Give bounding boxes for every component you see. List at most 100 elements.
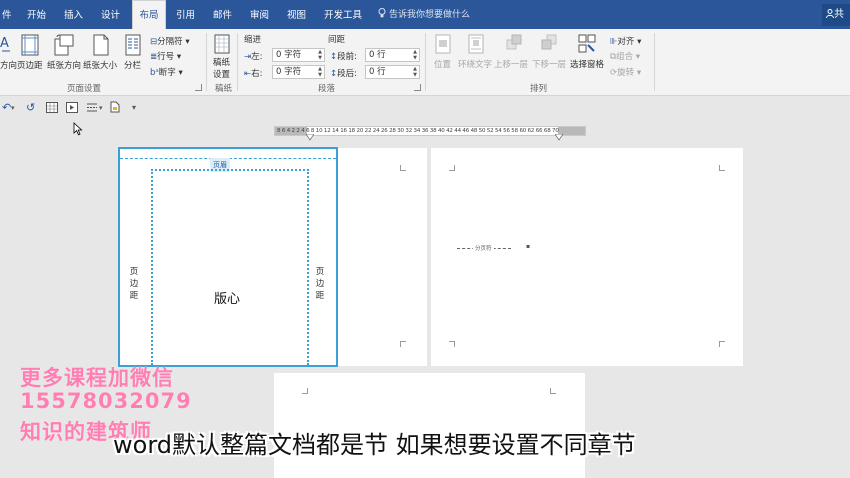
indent-marker-icon[interactable] bbox=[306, 134, 314, 141]
indent-left-input[interactable]: 0 字符 ▲ ▼ bbox=[272, 48, 325, 62]
corner-mark bbox=[719, 341, 725, 347]
tab-home[interactable]: 开始 bbox=[27, 0, 46, 29]
tab-developer[interactable]: 开发工具 bbox=[324, 0, 362, 29]
spacing-before-label: ↕段前: bbox=[330, 50, 357, 62]
screen-icon[interactable] bbox=[66, 102, 78, 113]
text-direction-icon: A bbox=[0, 36, 10, 52]
share-button[interactable]: 共 bbox=[822, 4, 850, 26]
margins-icon bbox=[21, 34, 39, 56]
tab-layout[interactable]: 布局 bbox=[132, 0, 166, 29]
indent-right-value: 0 字符 bbox=[276, 67, 302, 77]
spinner-arrows-icon[interactable]: ▲ ▼ bbox=[413, 49, 417, 61]
tab-design[interactable]: 设计 bbox=[101, 0, 120, 29]
tab-mailings[interactable]: 邮件 bbox=[213, 0, 232, 29]
wrap-text-icon bbox=[468, 34, 484, 54]
position-button[interactable]: 位置 bbox=[434, 58, 451, 70]
person-icon bbox=[826, 9, 834, 19]
draft-group-label: 稿纸 bbox=[215, 84, 233, 94]
redo-icon[interactable]: ↺ bbox=[26, 100, 35, 116]
group-objects-button[interactable]: ⧉组合 ▾ bbox=[610, 50, 640, 62]
group-divider bbox=[206, 33, 207, 91]
hyphenation-button[interactable]: bᵃ断字 ▾ bbox=[150, 66, 183, 78]
page-size-icon bbox=[93, 34, 109, 56]
tab-insert[interactable]: 插入 bbox=[64, 0, 83, 29]
send-backward-button[interactable]: 下移一层 bbox=[532, 58, 566, 70]
tab-view[interactable]: 视图 bbox=[287, 0, 306, 29]
tell-me-box[interactable]: 告诉我你想要做什么 bbox=[378, 0, 470, 29]
undo-dropdown-icon[interactable]: ▾ bbox=[11, 100, 15, 116]
group-divider bbox=[237, 33, 238, 91]
page-setup-launcher[interactable] bbox=[195, 84, 202, 91]
orientation-button[interactable]: 纸张方向 bbox=[47, 59, 81, 71]
indent-left-value: 0 字符 bbox=[276, 50, 302, 60]
hyphenation-icon: bᵃ bbox=[150, 68, 159, 78]
tell-me-text: 告诉我你想要做什么 bbox=[389, 10, 471, 20]
send-backward-icon bbox=[541, 34, 557, 50]
page-1[interactable]: 页眉 页边距 页边距 版心 bbox=[118, 147, 338, 367]
indent-right-input[interactable]: 0 字符 ▲ ▼ bbox=[272, 65, 325, 79]
bring-forward-button[interactable]: 上移一层 bbox=[494, 58, 528, 70]
customize-qat-icon[interactable]: ▾ bbox=[132, 100, 136, 116]
spacing-before-input[interactable]: 0 行 ▲ ▼ bbox=[365, 48, 420, 62]
corner-mark bbox=[449, 165, 455, 171]
right-margin-label: 页边距 bbox=[315, 267, 325, 301]
table-icon[interactable] bbox=[46, 102, 58, 113]
align-button[interactable]: ⊪对齐 ▾ bbox=[610, 35, 641, 47]
spacing-before-value: 0 行 bbox=[369, 50, 386, 60]
spacing-after-value: 0 行 bbox=[369, 67, 386, 77]
group-divider bbox=[425, 33, 426, 91]
tab-review[interactable]: 审阅 bbox=[250, 0, 269, 29]
spacing-title: 间距 bbox=[328, 35, 346, 45]
spacing-after-text: 段后: bbox=[337, 69, 357, 79]
position-icon bbox=[435, 34, 451, 54]
spinner-arrows-icon[interactable]: ▲ ▼ bbox=[318, 49, 322, 61]
group-divider bbox=[654, 33, 655, 91]
columns-button[interactable]: 分栏 bbox=[124, 59, 141, 71]
lightbulb-icon bbox=[378, 8, 386, 18]
rotate-button[interactable]: ⟳旋转 ▾ bbox=[610, 66, 641, 78]
draft-settings-button[interactable]: 稿纸 bbox=[213, 56, 230, 68]
draft-settings-button-line2[interactable]: 设置 bbox=[213, 68, 230, 80]
corner-mark bbox=[449, 341, 455, 347]
rotate-label: 旋转 bbox=[617, 68, 635, 78]
undo-icon[interactable]: ↶ bbox=[2, 100, 11, 116]
tab-file[interactable]: 件 bbox=[2, 0, 12, 29]
line-numbers-label: 行号 bbox=[157, 52, 175, 62]
page-size-button[interactable]: 纸张大小 bbox=[83, 59, 117, 71]
cursor-mark: ▪ bbox=[526, 243, 531, 250]
new-document-icon[interactable] bbox=[110, 101, 120, 113]
page-orientation-icon bbox=[54, 34, 74, 56]
spacing-before-text: 段前: bbox=[337, 52, 357, 62]
svg-text:A: A bbox=[0, 36, 9, 51]
bring-forward-icon bbox=[506, 34, 522, 50]
horizontal-ruler[interactable]: 8 6 4 2 2 4 6 8 10 12 14 16 18 20 22 24 … bbox=[274, 126, 586, 141]
ribbon: A 方向 页边距 纸张方向 纸张大小 分栏 ⊟分隔符 ▾ ≣行号 ▾ bᵃ断字 … bbox=[0, 29, 850, 96]
video-subtitle: word默认整篇文档都是节 如果想要设置不同章节 bbox=[113, 431, 636, 459]
line-numbers-button[interactable]: ≣行号 ▾ bbox=[150, 50, 181, 62]
quick-access-toolbar: ↶ ▾ ↺ ▾ ▾ bbox=[0, 97, 850, 136]
spacing-after-input[interactable]: 0 行 ▲ ▼ bbox=[365, 65, 420, 79]
share-label: 共 bbox=[834, 9, 844, 20]
spinner-arrows-icon[interactable]: ▲ ▼ bbox=[318, 66, 322, 78]
right-indent-marker-icon[interactable] bbox=[555, 134, 563, 141]
wrap-text-button[interactable]: 环绕文字 bbox=[458, 58, 492, 70]
indent-right-label: ⇤右: bbox=[244, 67, 263, 79]
paragraph-launcher[interactable] bbox=[414, 84, 421, 91]
orientation-direction-button[interactable]: 方向 bbox=[0, 59, 17, 71]
content-area-frame bbox=[151, 169, 309, 365]
breaks-button[interactable]: ⊟分隔符 ▾ bbox=[150, 35, 190, 47]
selection-pane-button[interactable]: 选择窗格 bbox=[570, 58, 604, 70]
mouse-cursor-icon bbox=[73, 122, 83, 136]
section-break-icon[interactable] bbox=[86, 102, 98, 113]
arrange-group-label: 排列 bbox=[530, 84, 548, 94]
corner-mark bbox=[400, 341, 406, 347]
dropdown-icon[interactable]: ▾ bbox=[99, 100, 103, 116]
spinner-arrows-icon[interactable]: ▲ ▼ bbox=[413, 66, 417, 78]
draft-paper-icon bbox=[214, 34, 230, 54]
indent-left-label: ⇥左: bbox=[244, 50, 263, 62]
hyphenation-label: 断字 bbox=[158, 68, 176, 78]
margins-button[interactable]: 页边距 bbox=[17, 59, 43, 71]
page-2[interactable]: 分页符 ▪ bbox=[431, 148, 743, 366]
menu-tab-bar: 件 开始 插入 设计 布局 引用 邮件 审阅 视图 开发工具 告诉我你想要做什么… bbox=[0, 0, 850, 29]
tab-references[interactable]: 引用 bbox=[176, 0, 195, 29]
